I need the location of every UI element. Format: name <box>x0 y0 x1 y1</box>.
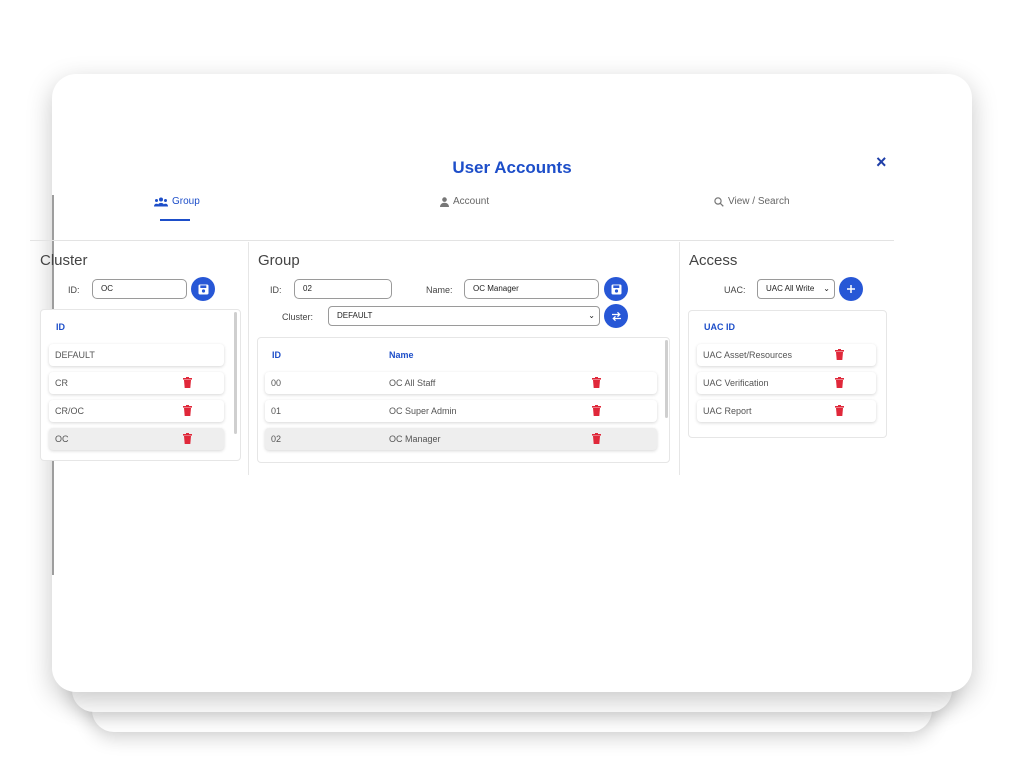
group-row-id: 00 <box>271 378 282 388</box>
group-name-input[interactable]: OC Manager <box>464 279 599 299</box>
tab-divider <box>30 240 894 241</box>
group-row-id: 02 <box>271 434 282 444</box>
table-row[interactable]: UAC Verification <box>697 372 876 394</box>
user-icon <box>440 196 449 207</box>
access-title: Access <box>689 252 738 269</box>
table-row[interactable]: 01 OC Super Admin <box>265 400 657 422</box>
group-title: Group <box>258 252 300 269</box>
swap-cluster-button[interactable] <box>604 304 628 328</box>
group-row-name: OC All Staff <box>389 378 436 388</box>
column-divider <box>679 242 680 475</box>
trash-icon[interactable] <box>592 377 601 388</box>
group-table-header-id: ID <box>272 350 281 360</box>
save-icon <box>198 284 208 294</box>
trash-icon[interactable] <box>592 433 601 444</box>
close-button[interactable]: × <box>876 152 887 173</box>
tab-view-search-label: View / Search <box>728 196 790 207</box>
cluster-table-header-id: ID <box>56 322 65 332</box>
chevron-down-icon: ⌄ <box>588 311 595 320</box>
uac-select[interactable]: UAC All Write ⌄ <box>757 279 835 299</box>
trash-icon[interactable] <box>592 405 601 416</box>
group-row-id: 01 <box>271 406 282 416</box>
group-cluster-select[interactable]: DEFAULT ⌄ <box>328 306 600 326</box>
uac-select-value: UAC All Write <box>766 284 815 293</box>
group-id-input[interactable]: 02 <box>294 279 392 299</box>
tab-view-search[interactable]: View / Search <box>714 196 790 207</box>
cluster-row-id: DEFAULT <box>55 350 95 360</box>
table-row[interactable]: 00 OC All Staff <box>265 372 657 394</box>
group-name-label: Name: <box>426 285 453 295</box>
uac-row-id: UAC Report <box>703 406 752 416</box>
cluster-row-id: CR <box>55 378 68 388</box>
tab-account-label: Account <box>453 196 490 207</box>
group-save-button[interactable] <box>604 277 628 301</box>
cluster-table-scrollbar[interactable] <box>234 312 237 434</box>
trash-icon[interactable] <box>183 433 192 444</box>
add-uac-button[interactable] <box>839 277 863 301</box>
table-row-selected[interactable]: 02 OC Manager <box>265 428 657 450</box>
users-icon <box>154 197 168 206</box>
trash-icon[interactable] <box>835 377 844 388</box>
group-row-name: OC Manager <box>389 434 441 444</box>
chevron-down-icon: ⌄ <box>821 280 830 298</box>
save-icon <box>611 284 621 294</box>
group-row-name: OC Super Admin <box>389 406 457 416</box>
table-row[interactable]: UAC Report <box>697 400 876 422</box>
trash-icon[interactable] <box>835 349 844 360</box>
table-row[interactable]: CR/OC <box>49 400 224 422</box>
group-id-label: ID: <box>270 285 282 295</box>
tab-group-label: Group <box>172 196 200 207</box>
cluster-id-input[interactable]: OC <box>92 279 187 299</box>
cluster-row-id: OC <box>55 434 69 444</box>
uac-row-id: UAC Asset/Resources <box>703 350 793 360</box>
table-row[interactable]: DEFAULT <box>49 344 224 366</box>
dialog-title: User Accounts <box>452 158 572 177</box>
access-table-header-uac-id: UAC ID <box>704 322 735 332</box>
search-icon <box>714 196 724 207</box>
column-divider <box>248 242 249 475</box>
plus-icon <box>847 285 855 293</box>
cluster-id-label: ID: <box>68 285 80 295</box>
cluster-title: Cluster <box>40 252 88 269</box>
tab-account[interactable]: Account <box>440 196 489 207</box>
uac-row-id: UAC Verification <box>703 378 769 388</box>
table-row[interactable]: CR <box>49 372 224 394</box>
trash-icon[interactable] <box>183 377 192 388</box>
group-table-scrollbar[interactable] <box>665 340 668 418</box>
group-cluster-select-value: DEFAULT <box>337 311 373 320</box>
group-cluster-label: Cluster: <box>282 312 314 322</box>
tab-group[interactable]: Group <box>154 196 200 207</box>
group-table-header-name: Name <box>389 350 414 360</box>
table-row[interactable]: UAC Asset/Resources <box>697 344 876 366</box>
trash-icon[interactable] <box>183 405 192 416</box>
cluster-row-id: CR/OC <box>55 406 84 416</box>
swap-arrows-icon <box>611 311 621 321</box>
active-tab-indicator <box>160 219 190 221</box>
trash-icon[interactable] <box>835 405 844 416</box>
cluster-save-button[interactable] <box>191 277 215 301</box>
uac-label: UAC: <box>724 285 746 295</box>
table-row-selected[interactable]: OC <box>49 428 224 450</box>
